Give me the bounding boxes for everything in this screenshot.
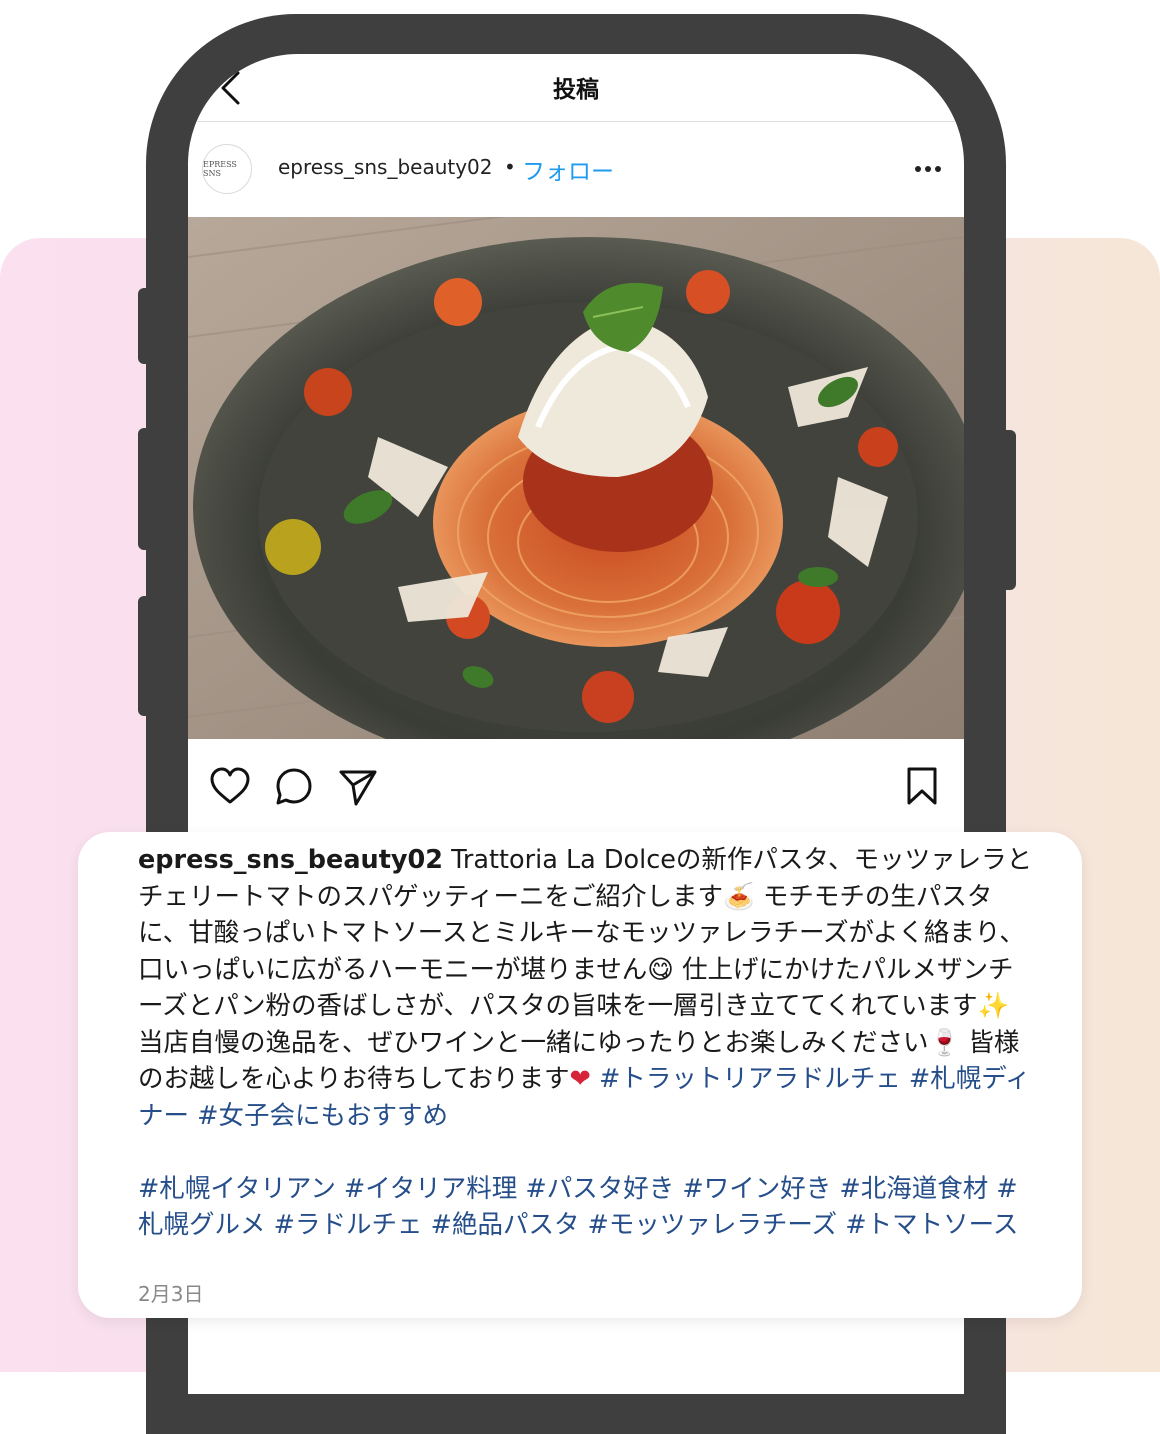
action-bar bbox=[188, 764, 964, 814]
wine-glass-emoji-icon: 🍷 bbox=[928, 1027, 961, 1058]
post-date: 2月3日 bbox=[138, 1282, 204, 1306]
avatar[interactable]: EPRESS SNS bbox=[202, 144, 252, 194]
hashtag-list[interactable]: #札幌イタリアン #イタリア料理 #パスタ好き #ワイン好き #北海道食材 #札… bbox=[138, 1174, 1018, 1241]
heart-emoji-icon: ❤ bbox=[569, 1064, 591, 1094]
caption-username[interactable]: epress_sns_beauty02 bbox=[138, 845, 443, 875]
caption-text: epress_sns_beauty02 Trattoria La Dolceの新… bbox=[138, 842, 1038, 1244]
ellipsis-icon[interactable] bbox=[914, 165, 942, 173]
top-bar: 投稿 bbox=[188, 54, 964, 122]
yum-face-emoji-icon: 😋 bbox=[647, 954, 674, 985]
spaghetti-emoji-icon: 🍝 bbox=[722, 881, 755, 912]
sparkles-emoji-icon: ✨ bbox=[977, 991, 1010, 1021]
post-username[interactable]: epress_sns_beauty02 bbox=[278, 155, 493, 179]
follow-button[interactable]: フォロー bbox=[522, 152, 614, 186]
pasta-dish-photo[interactable] bbox=[188, 217, 964, 739]
caption-card: epress_sns_beauty02 Trattoria La Dolceの新… bbox=[78, 832, 1082, 1318]
separator-dot: • bbox=[504, 155, 516, 179]
comment-icon[interactable] bbox=[272, 764, 316, 808]
heart-icon[interactable] bbox=[208, 764, 252, 808]
page-title: 投稿 bbox=[553, 77, 599, 103]
bookmark-icon[interactable] bbox=[900, 764, 944, 808]
post-header: EPRESS SNS epress_sns_beauty02 • フォロー bbox=[188, 141, 964, 197]
avatar-logo-text: EPRESS SNS bbox=[203, 160, 237, 178]
share-icon[interactable] bbox=[336, 764, 380, 808]
